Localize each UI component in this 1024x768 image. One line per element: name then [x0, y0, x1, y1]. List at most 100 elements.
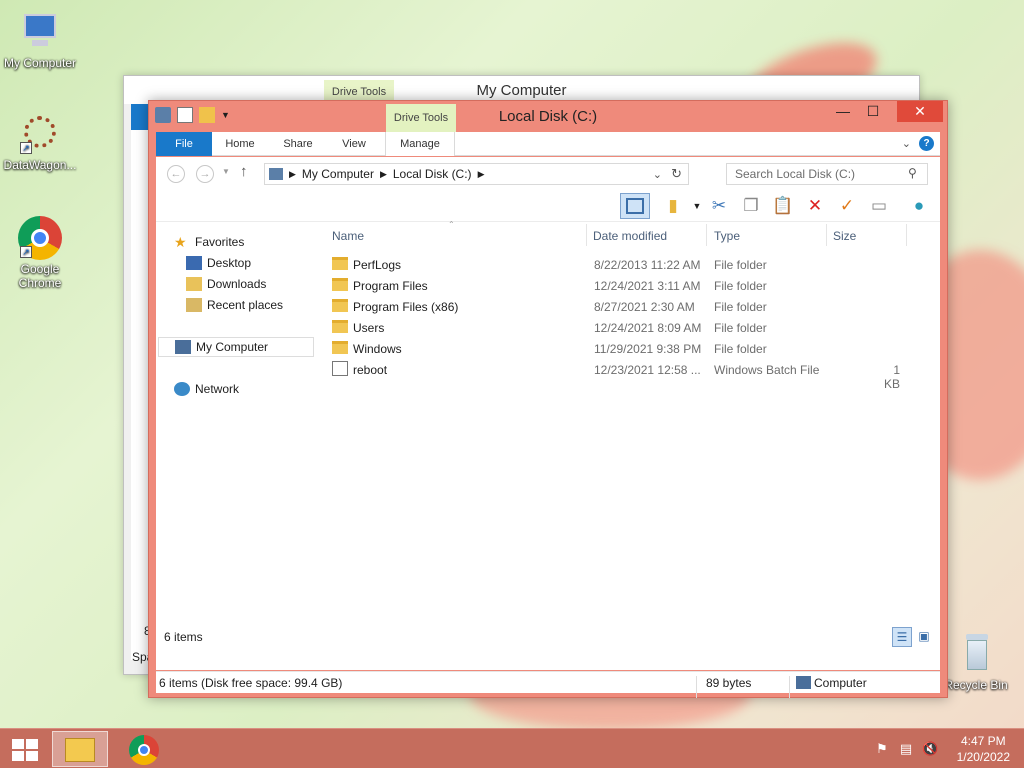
address-dropdown-icon[interactable]: ⌄	[653, 168, 662, 181]
chevron-down-icon[interactable]: ▼	[686, 195, 708, 217]
file-date: 11/29/2021 9:38 PM	[594, 342, 702, 356]
file-name: Users	[353, 321, 385, 335]
volume-muted-icon[interactable]: 🔇	[922, 741, 938, 757]
desktop-icon-datawagon[interactable]: ↗ DataWagon...	[0, 112, 80, 172]
status-selection-size: 89 bytes	[706, 676, 752, 690]
nav-favorites[interactable]: ★ Favorites	[174, 232, 244, 252]
breadcrumb-my-computer[interactable]: My Computer	[302, 167, 374, 181]
nav-label: Network	[195, 382, 240, 396]
expand-ribbon-icon[interactable]: ⌄	[902, 137, 911, 150]
status-separator	[696, 676, 697, 698]
batch-file-icon	[332, 361, 348, 376]
nav-desktop[interactable]: Desktop	[186, 253, 251, 273]
computer-icon	[18, 10, 62, 54]
file-type: File folder	[714, 342, 767, 356]
up-button[interactable]: ↑	[240, 163, 248, 180]
breadcrumb-local-disk[interactable]: Local Disk (C:)	[393, 167, 472, 181]
network-tray-icon[interactable]: ▤	[898, 741, 914, 757]
taskbar-chrome[interactable]	[122, 731, 166, 767]
rename-icon[interactable]: ▭	[868, 195, 890, 217]
nav-network[interactable]: Network	[174, 379, 239, 399]
search-icon[interactable]: ⚲	[908, 166, 917, 180]
window-titlebar[interactable]: ▼ Drive Tools Local Disk (C:) — ☐ ✕	[149, 101, 947, 132]
delete-icon[interactable]: ✕	[804, 195, 826, 217]
nav-label: Desktop	[207, 256, 252, 270]
forward-button[interactable]: →	[196, 165, 214, 183]
search-input[interactable]: Search Local Disk (C:)	[726, 163, 928, 185]
computer-icon	[796, 676, 811, 689]
start-button[interactable]	[6, 731, 46, 767]
file-type: File folder	[714, 321, 767, 335]
column-separator[interactable]	[826, 224, 827, 246]
taskbar: ⚑ ▤ 🔇 4:47 PM 1/20/2022	[0, 728, 1024, 768]
file-date: 12/24/2021 8:09 AM	[594, 321, 702, 335]
maximize-button[interactable]: ☐	[859, 101, 887, 122]
recent-places-icon	[186, 298, 202, 312]
desktop-icon-my-computer[interactable]: My Computer	[0, 10, 80, 70]
address-bar[interactable]: ▶ My Computer ▶ Local Disk (C:) ▶ ⌄ ↻	[264, 163, 689, 185]
star-icon: ★	[174, 234, 187, 250]
minimize-button[interactable]: —	[829, 101, 857, 122]
shell-icon[interactable]: ●	[908, 195, 930, 217]
file-name: PerfLogs	[353, 258, 402, 272]
file-date: 8/27/2021 2:30 AM	[594, 300, 695, 314]
column-separator[interactable]	[706, 224, 707, 246]
nav-recent-places[interactable]: Recent places	[186, 295, 283, 315]
column-type[interactable]: Type	[714, 229, 740, 243]
column-date-modified[interactable]: Date modified	[593, 229, 667, 243]
datawagon-icon: ↗	[18, 112, 62, 156]
tab-share[interactable]: Share	[274, 132, 322, 156]
breadcrumb-separator-icon[interactable]: ▶	[380, 169, 387, 180]
column-separator[interactable]	[586, 224, 587, 246]
desktop-icon-recycle-bin[interactable]: Recycle Bin	[936, 632, 1016, 692]
file-row[interactable]: Windows 11/29/2021 9:38 PM File folder	[326, 338, 940, 359]
large-icons-view-button[interactable]: ▣	[914, 627, 934, 647]
preview-pane-icon[interactable]	[620, 193, 650, 219]
local-disk-window[interactable]: ▼ Drive Tools Local Disk (C:) — ☐ ✕ File…	[148, 100, 948, 698]
tab-view[interactable]: View	[330, 132, 378, 156]
desktop-icon	[186, 256, 202, 270]
navigation-pane: ★ Favorites Desktop Downloads Recent pla…	[156, 222, 326, 670]
details-view-button[interactable]: ☰	[892, 627, 912, 647]
breadcrumb-separator-icon[interactable]: ▶	[478, 169, 485, 180]
tab-file[interactable]: File	[156, 132, 212, 156]
item-count: 6 items	[164, 630, 203, 644]
breadcrumb-separator-icon[interactable]: ▶	[289, 169, 296, 180]
close-button[interactable]: ✕	[897, 101, 943, 122]
file-row[interactable]: Users 12/24/2021 8:09 AM File folder	[326, 317, 940, 338]
file-row[interactable]: Program Files (x86) 8/27/2021 2:30 AM File…	[326, 296, 940, 317]
back-button[interactable]: ←	[167, 165, 185, 183]
file-size: 1 KB	[883, 363, 900, 391]
nav-my-computer[interactable]: My Computer	[158, 337, 314, 357]
column-name[interactable]: Name	[332, 229, 364, 243]
help-icon[interactable]: ?	[919, 136, 934, 151]
file-row[interactable]: reboot 12/23/2021 12:58 ... Windows Batch …	[326, 359, 940, 391]
tab-home[interactable]: Home	[216, 132, 264, 156]
file-row[interactable]: Program Files 12/24/2021 3:11 AM File fold…	[326, 275, 940, 296]
downloads-icon	[186, 277, 202, 291]
nav-label: Favorites	[195, 235, 245, 249]
cut-icon[interactable]: ✂	[708, 195, 730, 217]
recycle-bin-icon	[954, 632, 998, 676]
column-separator[interactable]	[906, 224, 907, 246]
column-size[interactable]: Size	[833, 229, 856, 243]
copy-icon[interactable]: ❐	[740, 195, 762, 217]
command-toolbar: ▮ ▼ ✂ ❐ 📋 ✕ ✓ ▭ ●	[156, 190, 940, 222]
desktop-icon-label: Recycle Bin	[944, 678, 1008, 692]
file-name: reboot	[353, 363, 388, 377]
file-type: File folder	[714, 300, 767, 314]
tab-manage[interactable]: Manage	[385, 132, 455, 156]
folder-options-icon[interactable]: ▮	[662, 195, 684, 217]
taskbar-file-explorer[interactable]	[52, 731, 108, 767]
action-center-flag-icon[interactable]: ⚑	[874, 741, 890, 757]
file-row[interactable]: PerfLogs 8/22/2013 11:22 AM File folder	[326, 254, 940, 275]
recent-locations-chevron-icon[interactable]: ▼	[222, 167, 230, 176]
desktop-icon-google-chrome[interactable]: ↗ Google Chrome	[0, 216, 80, 290]
nav-downloads[interactable]: Downloads	[186, 274, 266, 294]
file-date: 12/24/2021 3:11 AM	[594, 279, 701, 293]
checkmark-icon[interactable]: ✓	[836, 195, 858, 217]
system-clock[interactable]: 4:47 PM 1/20/2022	[957, 733, 1010, 765]
refresh-icon[interactable]: ↻	[671, 166, 682, 182]
paste-icon[interactable]: 📋	[772, 195, 794, 217]
windows-logo-icon	[12, 739, 38, 761]
